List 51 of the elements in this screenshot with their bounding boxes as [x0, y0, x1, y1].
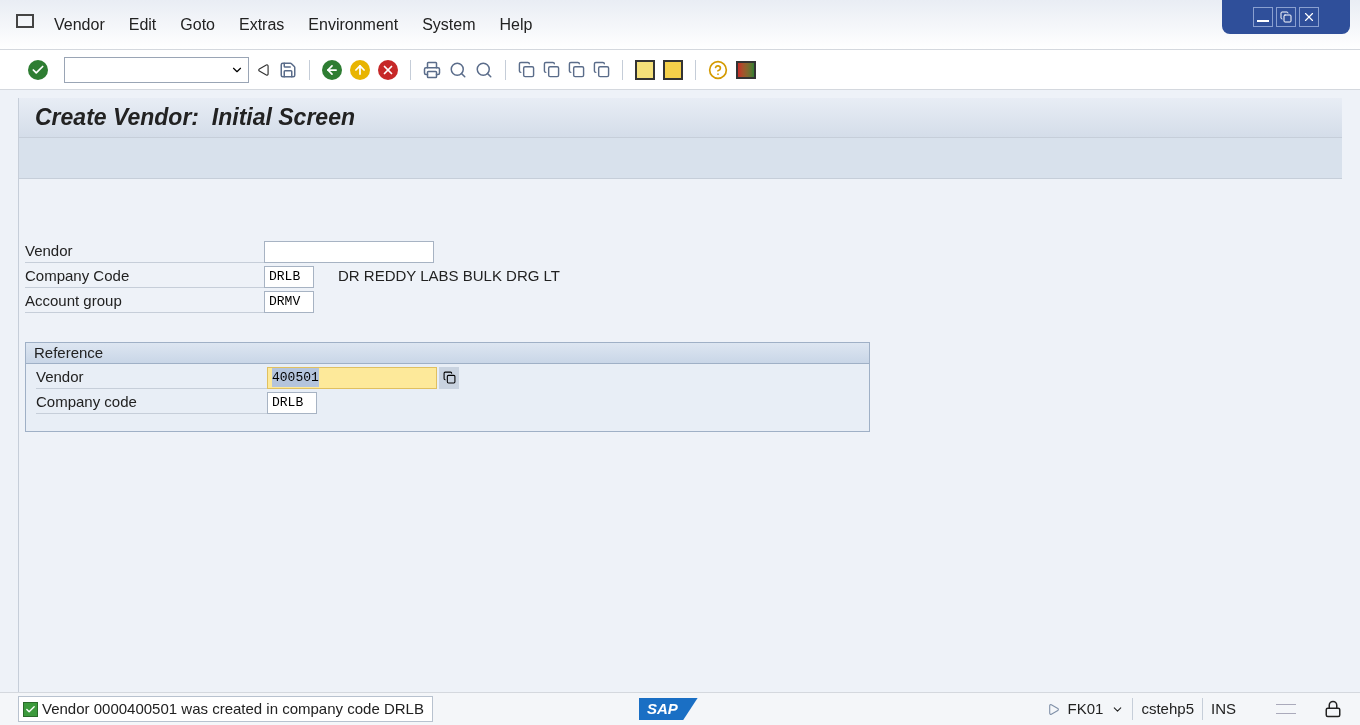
search-next-icon: [475, 60, 493, 79]
cancel-icon[interactable]: [378, 59, 398, 80]
menu-icon[interactable]: [16, 13, 34, 28]
new-window-icon[interactable]: [635, 59, 655, 80]
field-description: DR REDDY LABS BULK DRG LT: [338, 266, 560, 287]
menu-item[interactable]: Vendor: [54, 12, 105, 37]
field-input[interactable]: DRLB: [267, 391, 317, 414]
copy-button[interactable]: [439, 366, 459, 389]
field-label: Company code: [36, 391, 267, 414]
shortcut-icon[interactable]: [663, 59, 683, 80]
page-icon: [593, 61, 610, 78]
minimize-icon[interactable]: [1253, 7, 1273, 27]
message-text: Vendor 0000400501 was created in company code DRLB: [42, 698, 424, 719]
print-icon: [423, 60, 441, 79]
menu-item[interactable]: Edit: [128, 12, 157, 37]
menu-item[interactable]: Goto: [180, 12, 215, 37]
back-icon[interactable]: [322, 59, 342, 80]
screen-title: Create Vendor: Initial Screen: [35, 103, 355, 133]
menu-item[interactable]: System: [422, 12, 476, 37]
copy-icon: [442, 371, 456, 384]
command-field[interactable]: [64, 56, 249, 83]
help-icon: [708, 59, 728, 80]
lock-icon: [1324, 700, 1342, 718]
menu-item[interactable]: Help: [499, 12, 533, 37]
menu-item[interactable]: Extras: [239, 12, 285, 37]
enter-icon[interactable]: [28, 59, 48, 80]
field-label: Company Code: [25, 265, 264, 288]
field-label: Vendor: [36, 366, 267, 389]
layout-icon[interactable]: [736, 60, 756, 79]
transaction-code[interactable]: FK01: [1067, 697, 1104, 721]
search-icon: [449, 60, 467, 79]
group-header: Reference: [26, 343, 869, 364]
restore-icon[interactable]: [1276, 7, 1296, 27]
save-icon: [279, 60, 297, 79]
field-label: Vendor: [25, 240, 264, 263]
sap-logo: SAP: [638, 697, 698, 721]
success-icon: [23, 701, 38, 717]
close-icon[interactable]: [1299, 7, 1319, 27]
server-name: cstehp5: [1132, 697, 1194, 721]
triangle-icon: [1046, 702, 1060, 716]
field-input[interactable]: DRLB: [264, 265, 314, 288]
input-mode: INS: [1202, 697, 1236, 721]
page-icon: [518, 61, 535, 78]
field-label: Account group: [25, 290, 264, 313]
field-input[interactable]: DRMV: [264, 290, 314, 313]
page-icon: [568, 61, 585, 78]
field-input[interactable]: [264, 240, 434, 263]
menu-item[interactable]: Environment: [308, 12, 399, 37]
triangle-icon: [257, 62, 271, 77]
page-icon: [543, 61, 560, 78]
field-input[interactable]: 400501: [267, 366, 437, 389]
